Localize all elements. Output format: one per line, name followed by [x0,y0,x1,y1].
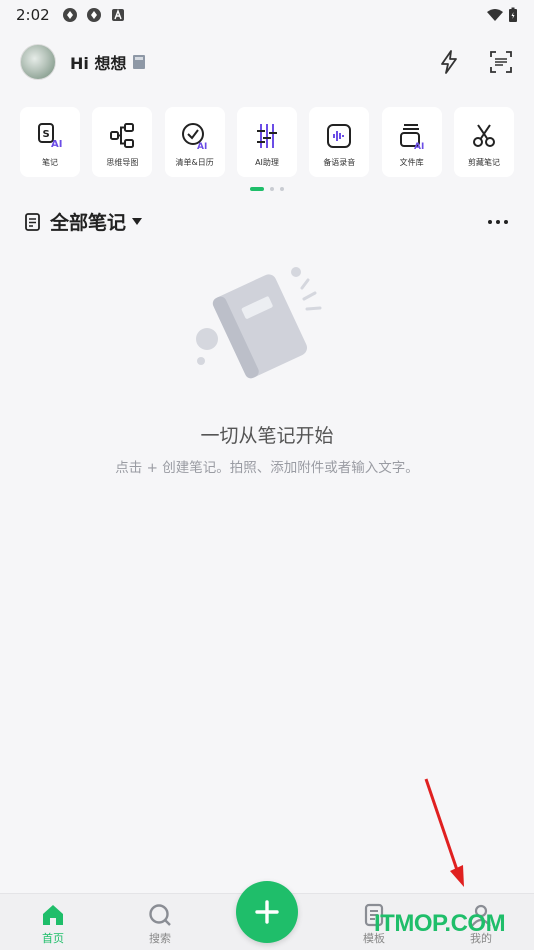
pager-dot[interactable] [250,187,264,191]
flash-icon[interactable] [436,49,462,75]
member-badge-icon [133,55,146,69]
caret-down-icon [132,217,143,225]
tool-label: 备语录音 [323,158,356,167]
voice-record-icon [327,124,352,148]
tool-label: 思维导图 [106,158,139,167]
nav-search[interactable]: 搜索 [130,902,190,946]
tool-label: 清单&日历 [175,158,214,167]
wifi-icon [487,9,503,21]
empty-notebook-illustration [196,267,322,379]
ai-assistant-icon [256,124,277,148]
annotation-arrow [424,778,464,887]
svg-text:AI: AI [414,142,424,151]
battery-icon [509,7,517,22]
scan-icon[interactable] [488,49,514,75]
home-icon [43,905,63,925]
svg-text:AI: AI [51,139,62,150]
section-title: 全部笔记 [50,212,127,234]
tool-clip-note[interactable]: 剪藏笔记 [453,107,514,177]
pager-dot[interactable] [280,187,284,191]
nav-label: 首页 [42,932,64,945]
avatar[interactable] [20,44,56,80]
tool-checklist-calendar[interactable]: AI 清单&日历 [164,107,225,177]
tool-label: AI助理 [255,158,279,167]
clip-note-icon [472,124,495,147]
svg-text:AI: AI [197,142,207,151]
status-bar: 2:02 [0,0,534,30]
search-icon [149,904,171,926]
tool-label: 剪藏笔记 [467,158,500,167]
font-icon [111,9,124,21]
more-options-icon[interactable] [486,212,510,232]
nav-label: 搜索 [149,932,171,945]
notebook-selector[interactable]: 全部笔记 [24,208,143,235]
header: Hi 想想 [20,42,514,82]
tool-mindmap[interactable]: 思维导图 [92,107,153,177]
checklist-calendar-icon: AI [181,123,207,151]
tool-ai-assistant[interactable]: AI助理 [236,107,297,177]
tool-file-library[interactable]: AI 文件库 [381,107,442,177]
tool-grid: S AI 笔记 思维导图 AI 清单&日历 AI助理 备语录音 AI 文件库 剪… [20,107,514,177]
tool-pager [0,187,534,191]
plus-icon [255,900,279,924]
tool-label: 笔记 [42,158,58,167]
add-note-button[interactable] [236,881,298,943]
greeting-text: Hi 想想 [70,54,127,73]
ai-note-icon: S AI [38,123,62,150]
status-time: 2:02 [16,6,50,24]
sync-icon [62,8,77,22]
note-list-icon [25,212,40,231]
tool-voice-record[interactable]: 备语录音 [309,107,370,177]
tool-ai-note[interactable]: S AI 笔记 [20,107,80,177]
tool-label: 文件库 [399,158,424,167]
sync-icon [86,8,101,22]
svg-text:S: S [43,129,50,140]
pager-dot[interactable] [270,187,274,191]
mindmap-icon [110,123,135,148]
empty-state-hint: 点击 + 创建笔记。拍照、添加附件或者输入文字。 [115,460,419,476]
watermark: ITMOP.COM [374,910,506,937]
nav-home[interactable]: 首页 [23,902,83,946]
file-library-icon: AI [399,124,424,151]
empty-state-title: 一切从笔记开始 [200,425,334,447]
